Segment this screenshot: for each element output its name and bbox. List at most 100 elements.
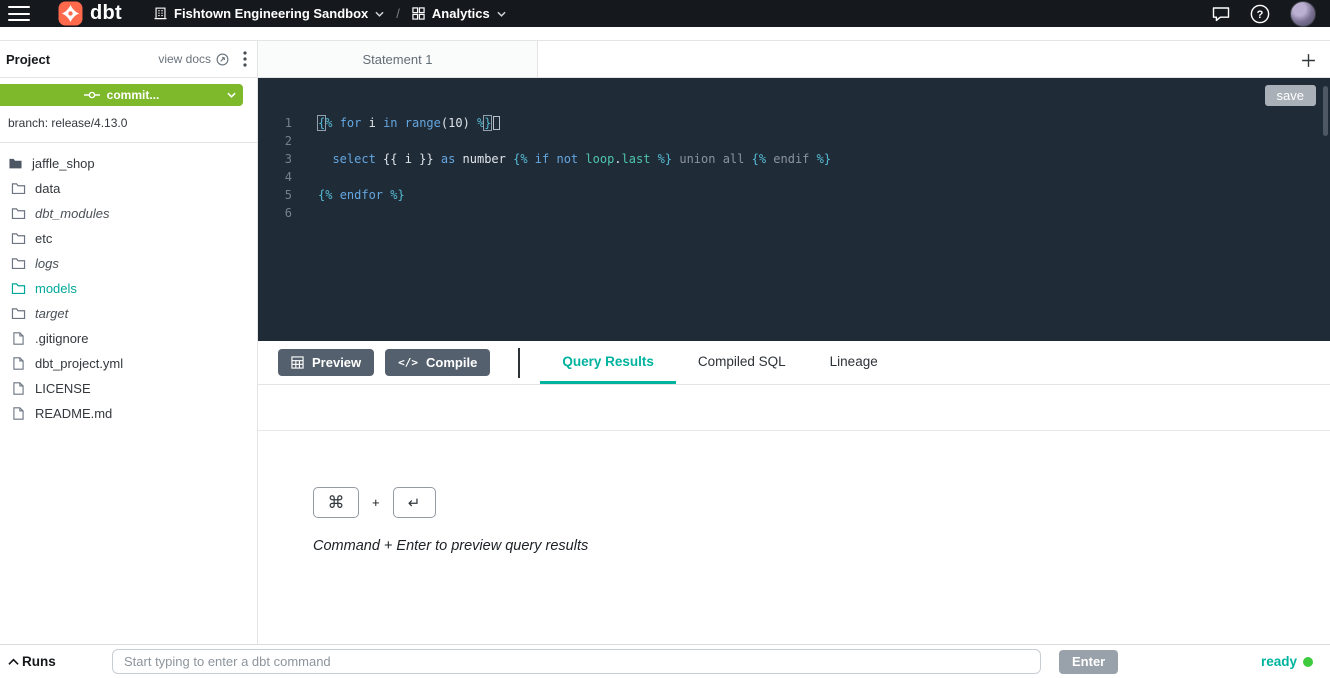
feedback-chat-icon[interactable] (1212, 6, 1230, 22)
results-body: ⌘ + ↵ Command + Enter to preview query r… (258, 431, 1330, 644)
tree-item-label: LICENSE (35, 381, 91, 396)
tree-item-label: target (35, 306, 68, 321)
folder-icon (10, 182, 26, 195)
commit-button[interactable]: commit... (0, 84, 243, 106)
account-selector[interactable]: Fishtown Engineering Sandbox (154, 6, 384, 21)
kebab-menu-icon[interactable] (243, 51, 247, 67)
tree-item-readme-md[interactable]: README.md (0, 401, 257, 426)
topbar-actions: ? (1212, 1, 1316, 27)
results-toolbar: Preview </> Compile Query ResultsCompile… (258, 341, 1330, 385)
building-icon (154, 7, 167, 20)
code-line[interactable]: 1 {% for i in range(10) %} (258, 114, 1330, 132)
dbt-command-input[interactable] (112, 649, 1041, 674)
tree-item-label: dbt_modules (35, 206, 109, 221)
tree-item-dbt-modules[interactable]: dbt_modules (0, 201, 257, 226)
line-number: 1 (258, 114, 292, 132)
project-selector[interactable]: Analytics (412, 6, 506, 21)
code-line[interactable]: 3 select {{ i }} as number {% if not loo… (258, 150, 1330, 168)
runs-toggle[interactable]: Runs (8, 654, 112, 669)
code-text: {% for i in range(10) %} (318, 116, 500, 130)
folder-icon (10, 207, 26, 220)
tree-item-label: jaffle_shop (32, 156, 95, 171)
preview-button[interactable]: Preview (278, 349, 374, 376)
line-number: 3 (258, 150, 292, 168)
chevron-down-icon (375, 11, 384, 17)
new-tab-button[interactable] (1296, 48, 1320, 72)
folder-icon (10, 307, 26, 320)
table-grid-icon (291, 356, 304, 369)
status-label: ready (1261, 654, 1297, 669)
line-number: 4 (258, 168, 292, 186)
tree-item-target[interactable]: target (0, 301, 257, 326)
line-number: 2 (258, 132, 292, 150)
tree-item-label: logs (35, 256, 59, 271)
file-tree: jaffle_shopdata dbt_modulesetc logs models t… (0, 143, 257, 644)
file-icon (10, 332, 26, 345)
tree-item-logs[interactable]: logs (0, 251, 257, 276)
grid-icon (412, 7, 425, 20)
results-subheader (258, 385, 1330, 431)
preview-button-label: Preview (312, 355, 361, 370)
folder-icon (10, 282, 26, 295)
avatar[interactable] (1290, 1, 1316, 27)
tree-item-label: dbt_project.yml (35, 356, 123, 371)
tree-item-jaffle-shop[interactable]: jaffle_shop (0, 151, 257, 176)
tab-lineage[interactable]: Lineage (808, 341, 900, 384)
enter-button[interactable]: Enter (1059, 650, 1118, 674)
code-line[interactable]: 2 (258, 132, 1330, 150)
project-name: Analytics (432, 6, 490, 21)
code-line[interactable]: 5{% endfor %} (258, 186, 1330, 204)
folder-icon (10, 257, 26, 270)
chevron-up-icon (8, 658, 19, 666)
chevron-down-icon (227, 92, 236, 98)
hamburger-menu-icon[interactable] (8, 6, 30, 21)
tree-item-label: models (35, 281, 77, 296)
account-name: Fishtown Engineering Sandbox (174, 6, 368, 21)
tree-item-gitignore[interactable]: .gitignore (0, 326, 257, 351)
code-text: {% endfor %} (318, 188, 405, 202)
compile-button[interactable]: </> Compile (385, 349, 490, 376)
tab-label: Statement 1 (362, 52, 432, 67)
file-icon (10, 357, 26, 370)
tree-item-label: README.md (35, 406, 112, 421)
code-area[interactable]: 1 {% for i in range(10) %} 23 select {{ i … (258, 78, 1330, 222)
status-indicator: ready (1261, 654, 1313, 669)
tree-item-license[interactable]: LICENSE (0, 376, 257, 401)
save-button[interactable]: save (1265, 85, 1316, 106)
sidebar-title: Project (6, 52, 50, 67)
dbt-cloud-ide: dbt Fishtown Engineering Sandbox / Analy… (0, 0, 1330, 678)
tree-item-data[interactable]: data (0, 176, 257, 201)
branch-label: branch: release/4.13.0 (0, 106, 257, 132)
tree-item-etc[interactable]: etc (0, 226, 257, 251)
chevron-down-icon (497, 11, 506, 17)
enter-key-icon: ↵ (393, 487, 436, 518)
preview-hint-text: Command + Enter to preview query results (313, 538, 1330, 554)
external-link-icon (216, 53, 229, 66)
editor-scrollbar[interactable] (1323, 86, 1328, 136)
tab-compiled-sql[interactable]: Compiled SQL (676, 341, 808, 384)
svg-text:?: ? (1257, 9, 1264, 21)
command-key-icon: ⌘ (313, 487, 359, 518)
bottom-bar: Runs Enter ready (0, 644, 1330, 678)
sidebar-header: Project view docs (0, 41, 257, 78)
line-number: 6 (258, 204, 292, 222)
dbt-logo: dbt (58, 1, 122, 26)
code-line[interactable]: 4 (258, 168, 1330, 186)
file-icon (10, 382, 26, 395)
tab-statement-1[interactable]: Statement 1 (258, 41, 538, 77)
editor-tabstrip: Statement 1 (258, 41, 1330, 78)
tab-query-results[interactable]: Query Results (540, 341, 676, 384)
code-editor[interactable]: save 1 {% for i in range(10) %} 23 select … (258, 78, 1330, 341)
view-docs-link[interactable]: view docs (158, 52, 229, 66)
plus-label: + (372, 495, 380, 510)
help-icon[interactable]: ? (1250, 4, 1270, 24)
git-section: commit... branch: release/4.13.0 (0, 78, 257, 143)
sidebar: Project view docs commit... (0, 41, 258, 644)
status-dot-icon (1303, 657, 1313, 667)
code-line[interactable]: 6 (258, 204, 1330, 222)
code-brackets-icon: </> (398, 356, 418, 369)
tree-item-dbt-project-yml[interactable]: dbt_project.yml (0, 351, 257, 376)
tree-item-models[interactable]: models (0, 276, 257, 301)
tree-item-label: .gitignore (35, 331, 88, 346)
keyboard-hint-keys: ⌘ + ↵ (313, 487, 1330, 518)
